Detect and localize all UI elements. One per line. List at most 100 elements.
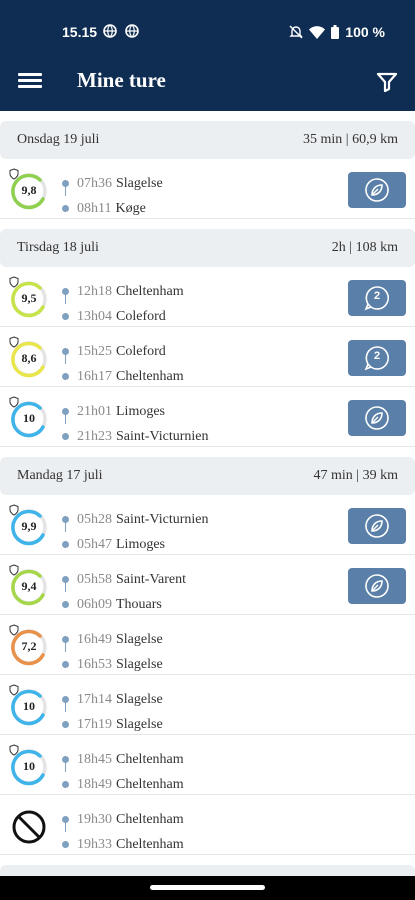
end-time: 16h17: [77, 368, 112, 384]
start-place: Slagelse: [116, 175, 163, 191]
trip-row[interactable]: 10 17h14 Slagelse 17h19 Slagelse: [0, 675, 415, 735]
end-place: Cheltenham: [116, 368, 184, 384]
shield-icon: [9, 168, 19, 180]
end-time: 18h49: [77, 776, 112, 792]
day-header: Onsdag 19 juli 35 min | 60,9 km: [0, 121, 415, 159]
globe-icon: [125, 24, 139, 38]
trip-end: 13h04 Coleford: [62, 304, 184, 329]
trip-score: 9,9: [9, 504, 49, 547]
end-place: Cheltenham: [116, 836, 184, 852]
day-date: Tirsdag 18 juli: [17, 240, 99, 255]
end-time: 13h04: [77, 308, 112, 324]
start-time: 07h36: [77, 175, 112, 191]
trip-route: 16h49 Slagelse 16h53 Slagelse: [62, 627, 163, 677]
score-value: 9,4: [21, 579, 37, 593]
start-place: Cheltenham: [116, 283, 184, 299]
eco-feedback-button[interactable]: [348, 172, 406, 208]
trip-row[interactable]: 10 18h45 Cheltenham 18h49 Cheltenham: [0, 735, 415, 795]
status-time: 15.15: [62, 24, 98, 40]
score-value: 8,6: [21, 351, 37, 365]
start-time: 12h18: [77, 283, 112, 299]
page-title: Mine ture: [77, 68, 166, 92]
shield-icon: [9, 396, 19, 408]
trip-start: 19h30 Cheltenham: [62, 807, 184, 832]
end-time: 08h11: [77, 200, 112, 216]
leaf-icon: [365, 406, 389, 430]
comments-button[interactable]: 2: [348, 280, 406, 316]
start-time: 19h30: [77, 811, 112, 827]
trip-route: 07h36 Slagelse 08h11 Køge: [62, 171, 163, 221]
filter-icon[interactable]: [375, 70, 399, 94]
start-time: 17h14: [77, 691, 112, 707]
battery-level: 100 %: [345, 24, 385, 40]
trip-route: 21h01 Limoges 21h23 Saint-Victurnien: [62, 399, 208, 449]
end-time: 21h23: [77, 428, 112, 444]
trip-row[interactable]: 7,2 16h49 Slagelse 16h53 Slagelse: [0, 615, 415, 675]
score-value: 10: [23, 759, 35, 773]
trip-end: 05h47 Limoges: [62, 532, 208, 557]
trip-start: 21h01 Limoges: [62, 399, 208, 424]
shield-icon: [9, 624, 19, 636]
trip-start: 07h36 Slagelse: [62, 171, 163, 196]
trip-route: 15h25 Coleford 16h17 Cheltenham: [62, 339, 184, 389]
comments-button[interactable]: 2: [348, 340, 406, 376]
mute-bell-icon: [289, 25, 303, 39]
trip-row[interactable]: 8,6 15h25 Coleford 16h17 Cheltenham 2: [0, 327, 415, 387]
start-time: 15h25: [77, 343, 112, 359]
end-time: 06h09: [77, 596, 112, 612]
day-summary: 47 min | 39 km: [313, 468, 398, 483]
trip-row[interactable]: 9,4 05h58 Saint-Varent 06h09 Thouars: [0, 555, 415, 615]
start-place: Cheltenham: [116, 811, 184, 827]
trip-score: 9,4: [9, 564, 49, 607]
eco-feedback-button[interactable]: [348, 508, 406, 544]
trip-score: 7,2: [9, 624, 49, 667]
start-place: Saint-Varent: [116, 571, 186, 587]
wifi-icon: [309, 25, 326, 39]
menu-icon[interactable]: [18, 70, 42, 94]
trip-start: 12h18 Cheltenham: [62, 279, 184, 304]
trip-end: 08h11 Køge: [62, 196, 163, 221]
trip-end: 17h19 Slagelse: [62, 712, 163, 737]
trip-list[interactable]: Onsdag 19 juli 35 min | 60,9 km 9,8 07h36 Sl…: [0, 111, 415, 876]
end-place: Coleford: [116, 308, 166, 324]
comment-count: 2: [373, 290, 381, 302]
end-place: Limoges: [116, 536, 165, 552]
trip-start: 18h45 Cheltenham: [62, 747, 184, 772]
trip-end: 06h09 Thouars: [62, 592, 186, 617]
score-value: 9,8: [21, 183, 37, 197]
end-place: Saint-Victurnien: [116, 428, 209, 444]
start-place: Slagelse: [116, 691, 163, 707]
leaf-icon: [365, 514, 389, 538]
trip-row[interactable]: 19h30 Cheltenham 19h33 Cheltenham: [0, 795, 415, 855]
status-bar: 15.15 100 %: [0, 0, 415, 54]
trip-route: 17h14 Slagelse 17h19 Slagelse: [62, 687, 163, 737]
trip-start: 05h28 Saint-Victurnien: [62, 507, 208, 532]
trip-route: 05h58 Saint-Varent 06h09 Thouars: [62, 567, 186, 617]
end-time: 17h19: [77, 716, 112, 732]
start-place: Slagelse: [116, 631, 163, 647]
start-place: Limoges: [116, 403, 165, 419]
end-time: 19h33: [77, 836, 112, 852]
day-date: Onsdag 19 juli: [17, 132, 100, 147]
end-place: Thouars: [116, 596, 162, 612]
start-time: 21h01: [77, 403, 112, 419]
eco-feedback-button[interactable]: [348, 568, 406, 604]
day-date: Mandag 17 juli: [17, 468, 103, 483]
app-bar: Mine ture: [0, 54, 415, 111]
end-time: 16h53: [77, 656, 112, 672]
start-place: Cheltenham: [116, 751, 184, 767]
status-icons-right: 100 %: [289, 24, 385, 40]
status-icons-left: [103, 24, 139, 38]
trip-row[interactable]: 9,8 07h36 Slagelse 08h11 Køge: [0, 159, 415, 219]
trip-row[interactable]: 9,5 12h18 Cheltenham 13h04 Coleford 2: [0, 267, 415, 327]
trip-end: 19h33 Cheltenham: [62, 832, 184, 857]
score-value: 10: [23, 411, 35, 425]
shield-icon: [9, 336, 19, 348]
trip-route: 19h30 Cheltenham 19h33 Cheltenham: [62, 807, 184, 857]
trip-row[interactable]: 9,9 05h28 Saint-Victurnien 05h47 Limoges: [0, 495, 415, 555]
trip-end: 18h49 Cheltenham: [62, 772, 184, 797]
system-nav-bar: [0, 876, 415, 900]
eco-feedback-button[interactable]: [348, 400, 406, 436]
trip-row[interactable]: 10 21h01 Limoges 21h23 Saint-Victurnien: [0, 387, 415, 447]
home-handle[interactable]: [150, 885, 265, 890]
